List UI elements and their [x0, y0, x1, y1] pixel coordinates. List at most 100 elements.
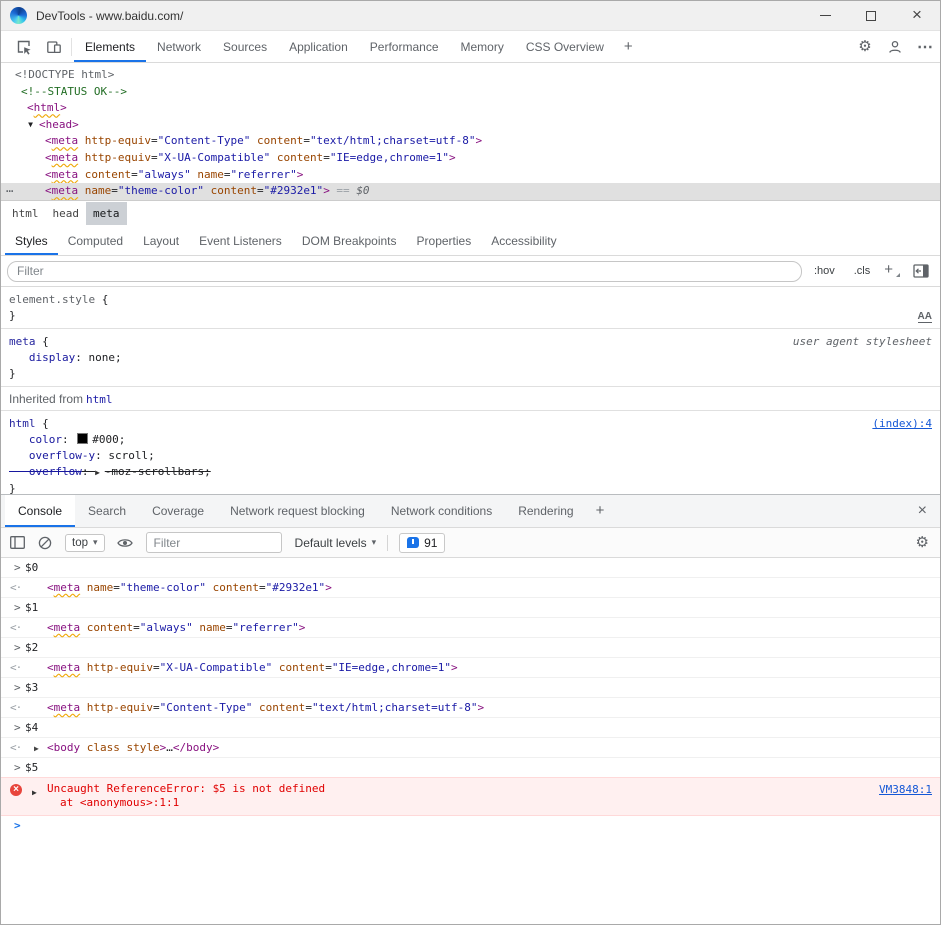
tab-elements[interactable]: Elements [74, 31, 146, 62]
breadcrumb-head[interactable]: head [46, 202, 87, 225]
tab-network-request-blocking[interactable]: Network request blocking [217, 495, 378, 527]
css-line[interactable]: } [1, 481, 940, 494]
close-icon [912, 6, 922, 25]
stylesheet-origin-label: user agent stylesheet [793, 335, 932, 348]
breadcrumb-meta[interactable]: meta [86, 202, 127, 225]
console-filter-input[interactable] [146, 532, 282, 553]
styles-filter-input[interactable] [7, 261, 802, 282]
styles-pane: AAelement.style {}user agent stylesheetm… [1, 287, 940, 494]
code-token: "theme-color" [118, 184, 204, 197]
result-marker-icon [10, 581, 21, 595]
feedback-button[interactable] [880, 31, 910, 62]
tab-properties[interactable]: Properties [407, 226, 482, 255]
tab-network-conditions[interactable]: Network conditions [378, 495, 505, 527]
live-expression-eye-icon[interactable] [117, 537, 133, 549]
code-token: = [259, 581, 266, 594]
node-menu-icon[interactable] [6, 183, 13, 200]
tab-computed[interactable]: Computed [58, 226, 133, 255]
css-line[interactable]: color: #000; [1, 432, 940, 448]
code-token: < [47, 621, 54, 634]
console-text: <meta name="theme-color" content="#2932e… [47, 581, 332, 594]
window-controls [802, 1, 940, 30]
dom-row[interactable]: <!--STATUS OK--> [1, 84, 940, 101]
tab-event-listeners[interactable]: Event Listeners [189, 226, 292, 255]
gear-icon [858, 37, 871, 56]
dom-row[interactable]: <meta http-equiv="Content-Type" content=… [1, 133, 940, 150]
console-text: $0 [25, 561, 38, 574]
tab-memory[interactable]: Memory [450, 31, 515, 62]
more-tools-button[interactable] [587, 495, 614, 527]
javascript-context-select[interactable]: top [65, 534, 105, 552]
code-token: "X-UA-Compatible" [160, 661, 273, 674]
new-style-rule-button[interactable] [877, 260, 903, 282]
tab-rendering[interactable]: Rendering [505, 495, 586, 527]
code-token: < [27, 101, 34, 114]
expand-toggle-icon[interactable]: ▼ [25, 117, 36, 134]
close-button[interactable] [894, 1, 940, 30]
code-token: { [36, 335, 49, 348]
dom-row[interactable]: <meta content="always" name="referrer"> [1, 167, 940, 184]
inspect-element-icon[interactable] [9, 34, 39, 60]
minimize-button[interactable] [802, 1, 848, 30]
error-icon [10, 784, 22, 796]
log-levels-select[interactable]: Default levels [295, 536, 377, 550]
tab-sources[interactable]: Sources [212, 31, 278, 62]
dom-row[interactable]: ▼<head> [1, 117, 940, 134]
code-token: > [451, 661, 458, 674]
css-line[interactable]: element.style { [1, 292, 940, 308]
tab-network[interactable]: Network [146, 31, 212, 62]
dom-row[interactable]: <html> [1, 100, 940, 117]
inherited-selector-link[interactable]: html [86, 393, 113, 406]
code-token: > [478, 701, 485, 714]
tab-layout[interactable]: Layout [133, 226, 189, 255]
console-toolbar: top Default levels 91 [1, 528, 940, 558]
expand-arrow-icon[interactable]: ▶ [34, 742, 39, 756]
css-line[interactable]: display: none; [1, 350, 940, 366]
stylesheet-source-link[interactable]: (index):4 [872, 417, 932, 430]
css-line[interactable]: html { [1, 416, 940, 432]
more-panels-button[interactable] [615, 38, 642, 56]
clear-console-icon[interactable] [38, 536, 52, 550]
tab-coverage[interactable]: Coverage [139, 495, 217, 527]
tab-search[interactable]: Search [75, 495, 139, 527]
tab-styles[interactable]: Styles [5, 226, 58, 255]
console-settings-button[interactable] [916, 533, 929, 552]
console-prompt[interactable] [1, 816, 940, 837]
expand-arrow-icon[interactable] [32, 786, 37, 800]
console-sidebar-toggle-icon[interactable] [10, 536, 25, 549]
dom-row[interactable]: <meta http-equiv="X-UA-Compatible" conte… [1, 150, 940, 167]
code-token: : [82, 465, 95, 478]
code-token: "theme-color" [120, 581, 206, 594]
css-line[interactable]: } [1, 366, 940, 382]
settings-button[interactable] [850, 31, 880, 62]
tab-performance[interactable]: Performance [359, 31, 450, 62]
tab-console[interactable]: Console [5, 495, 75, 527]
command-chevron-icon [14, 721, 21, 735]
tab-accessibility[interactable]: Accessibility [481, 226, 566, 255]
toggle-hover-state-button[interactable]: :hov [807, 262, 842, 280]
tab-application[interactable]: Application [278, 31, 359, 62]
breadcrumb-html[interactable]: html [5, 202, 46, 225]
code-token: { [95, 293, 108, 306]
toggle-styles-sidebar-icon[interactable] [913, 264, 929, 278]
color-swatch[interactable] [77, 433, 88, 444]
dom-row[interactable]: <!DOCTYPE html> [1, 67, 940, 84]
css-line[interactable]: overflow-y: scroll; [1, 448, 940, 464]
css-line[interactable]: overflow: ▶ -moz-scrollbars; [1, 464, 940, 481]
font-editor-icon[interactable]: AA [918, 311, 932, 323]
toggle-class-button[interactable]: .cls [847, 262, 878, 280]
console-text: <meta http-equiv="Content-Type" content=… [47, 701, 484, 714]
device-toolbar-icon[interactable] [39, 34, 69, 60]
css-line[interactable]: } [1, 308, 940, 324]
more-options-button[interactable] [910, 31, 940, 62]
issues-counter[interactable]: 91 [399, 533, 445, 553]
code-token: content [78, 168, 131, 181]
code-token: "referrer" [232, 621, 298, 634]
error-source-link[interactable]: VM3848:1 [879, 783, 932, 797]
devtools-toolbar: ElementsNetworkSourcesApplicationPerform… [1, 31, 940, 63]
tab-css-overview[interactable]: CSS Overview [515, 31, 615, 62]
tab-dom-breakpoints[interactable]: DOM Breakpoints [292, 226, 407, 255]
dom-row[interactable]: <meta name="theme-color" content="#2932e… [1, 183, 940, 200]
close-drawer-button[interactable] [905, 495, 940, 527]
maximize-button[interactable] [848, 1, 894, 30]
